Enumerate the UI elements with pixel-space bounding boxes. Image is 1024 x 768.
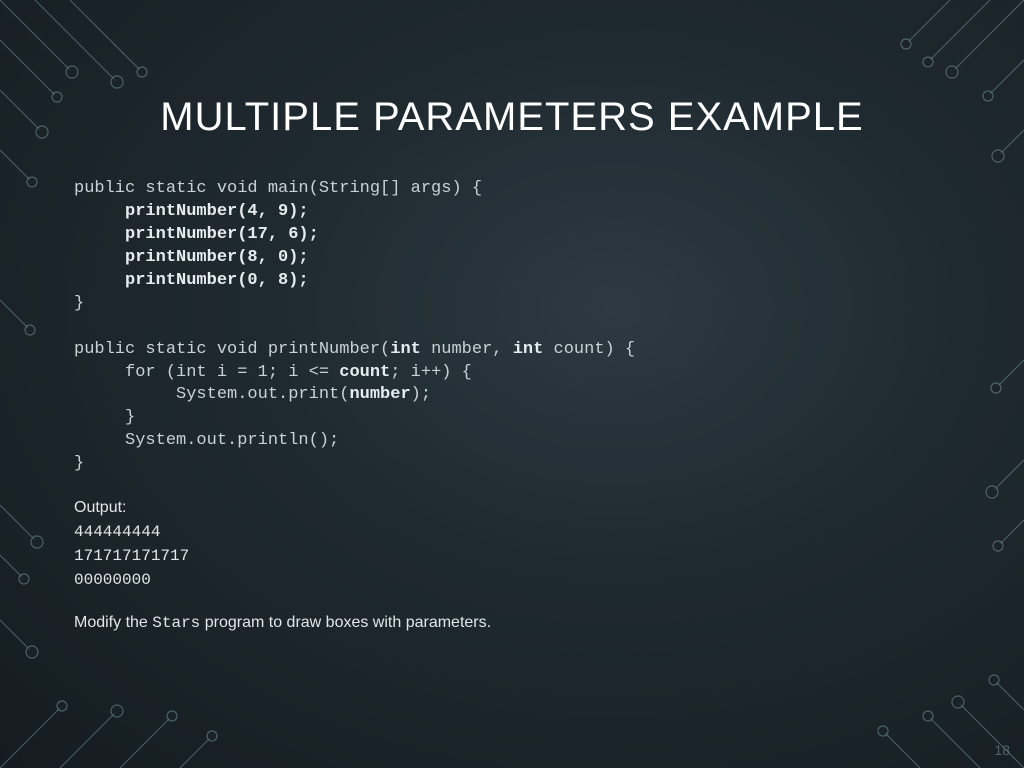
- page-number: 18: [994, 742, 1010, 758]
- output-line: 00000000: [74, 568, 954, 592]
- code-line: printNumber(4, 9);: [74, 202, 309, 221]
- output-line: 171717171717: [74, 544, 954, 568]
- code-line: printNumber(0, 8);: [74, 271, 309, 290]
- code-line: for (int i = 1; i <= count; i++) {: [74, 363, 472, 382]
- output-line: 444444444: [74, 520, 954, 544]
- code-line: }: [74, 454, 84, 473]
- output-block: Output: 444444444 171717171717 00000000: [74, 496, 954, 592]
- code-line: System.out.print(number);: [74, 385, 431, 404]
- code-line: System.out.println();: [74, 431, 339, 450]
- code-line: printNumber(8, 0);: [74, 248, 309, 267]
- slide-content: MULTIPLE PARAMETERS EXAMPLE public stati…: [0, 0, 1024, 768]
- code-line: }: [74, 294, 84, 313]
- code-line: public static void main(String[] args) {: [74, 179, 482, 198]
- slide-title: MULTIPLE PARAMETERS EXAMPLE: [70, 95, 954, 140]
- instruction-text: Modify the Stars program to draw boxes w…: [74, 614, 954, 632]
- code-line: public static void printNumber(int numbe…: [74, 340, 635, 359]
- output-label: Output:: [74, 496, 954, 520]
- code-block: public static void main(String[] args) {…: [74, 178, 954, 476]
- code-line: }: [74, 408, 135, 427]
- code-line: printNumber(17, 6);: [74, 225, 319, 244]
